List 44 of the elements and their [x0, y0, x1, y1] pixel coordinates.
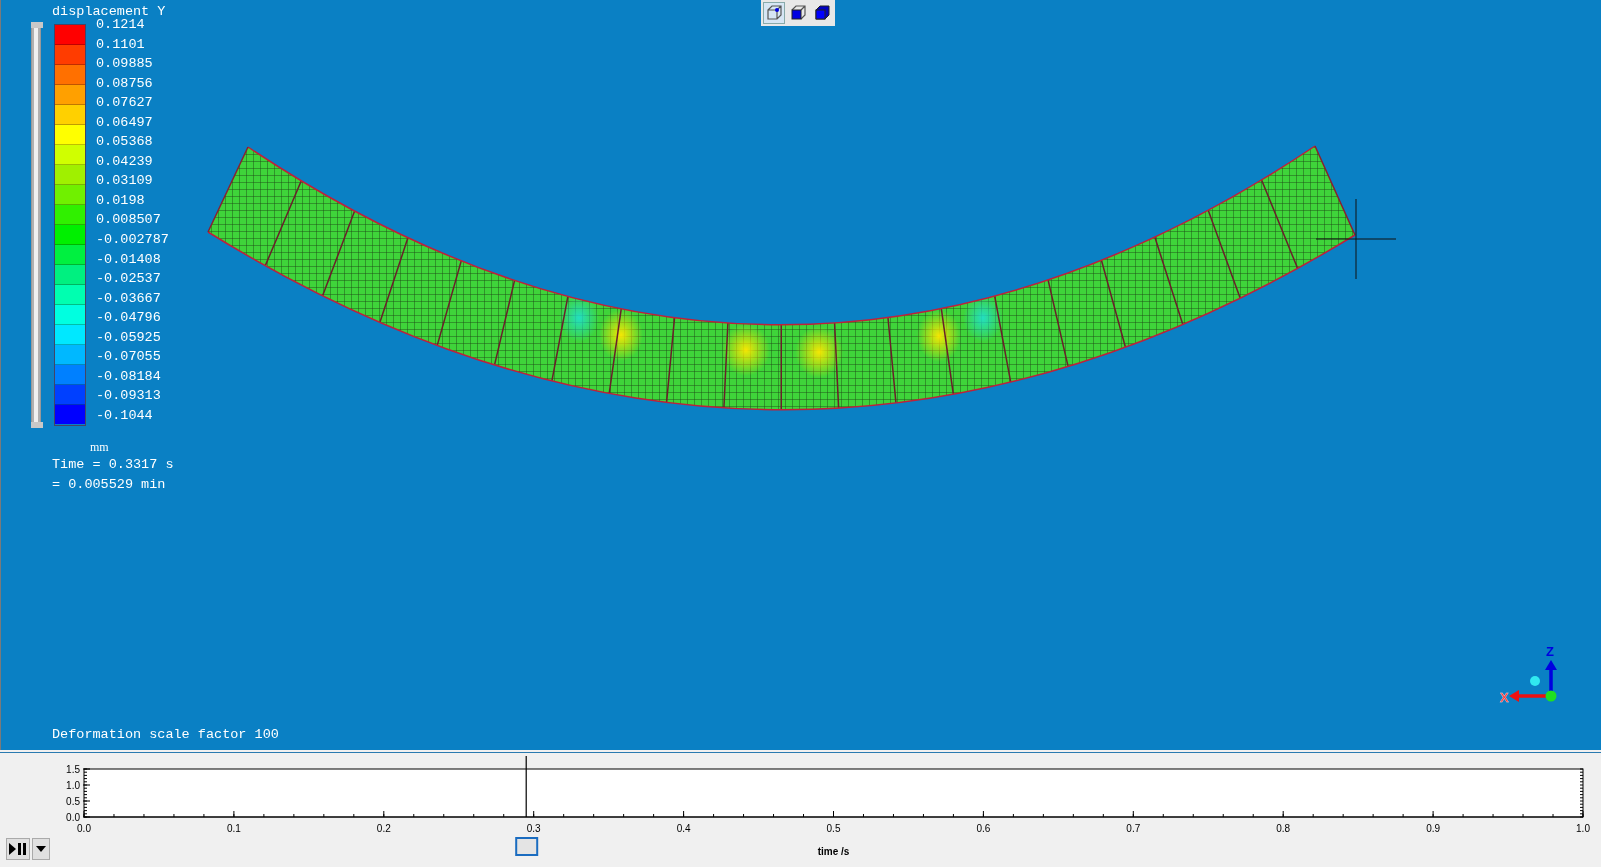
- tick-label: 0.7: [1126, 823, 1141, 834]
- legend-value: 0.1214: [96, 17, 145, 32]
- legend-value: -0.09313: [96, 388, 161, 404]
- tick-label: 0.5: [66, 796, 80, 807]
- legend-value: -0.01408: [96, 251, 161, 267]
- tick-label: 0.3: [526, 823, 541, 834]
- legend-value: -0.002787: [96, 232, 169, 247]
- tick-label: 0.0: [77, 823, 91, 834]
- tick-label: 0.9: [1426, 823, 1441, 834]
- time-label: Time = 0.3317 s: [52, 456, 174, 474]
- axis-label: Z: [1546, 644, 1554, 659]
- legend-value: -0.04796: [96, 310, 161, 326]
- tick-label: 0.6: [976, 823, 991, 834]
- tick-label: 0.1: [226, 823, 241, 834]
- time-label: = 0.005529 min: [52, 476, 167, 494]
- legend-unit: mm: [90, 440, 110, 455]
- legend-value: 0.03109: [96, 173, 153, 189]
- legend-value: 0.06497: [96, 114, 153, 130]
- tick-label: 0.2: [376, 823, 391, 834]
- axis-title: time /s: [817, 846, 850, 857]
- tick-label: 0.4: [676, 823, 691, 834]
- axis-label: X: [1500, 690, 1509, 705]
- legend-value: -0.03667: [96, 290, 161, 306]
- tick-label: 0.5: [826, 823, 841, 834]
- legend-value: 0.04239: [96, 153, 153, 169]
- legend-value: -0.02537: [96, 271, 161, 287]
- legend-value: 0.05368: [96, 134, 153, 150]
- legend-value: -0.1044: [96, 407, 153, 423]
- legend-value: 0.09885: [96, 56, 153, 72]
- tick-label: 1.0: [1576, 823, 1590, 834]
- legend-value: -0.08184: [96, 368, 161, 384]
- tick-label: 0.8: [1276, 823, 1291, 834]
- legend-value: 0.08756: [96, 75, 153, 91]
- tick-label: 1.5: [66, 764, 80, 775]
- tick-label: 1.0: [66, 780, 80, 791]
- legend-value: 0.008507: [96, 212, 161, 228]
- legend-value: -0.05925: [96, 329, 161, 345]
- legend-value: 0.0198: [96, 192, 145, 208]
- legend-value: -0.07055: [96, 349, 161, 365]
- deformation-scale-label: Deformation scale factor 100: [52, 727, 279, 742]
- legend-value: 0.07627: [96, 95, 153, 111]
- legend-value: 0.1101: [96, 36, 145, 52]
- legend-title: displacement Y: [52, 4, 167, 19]
- tick-label: 0.0: [66, 812, 80, 823]
